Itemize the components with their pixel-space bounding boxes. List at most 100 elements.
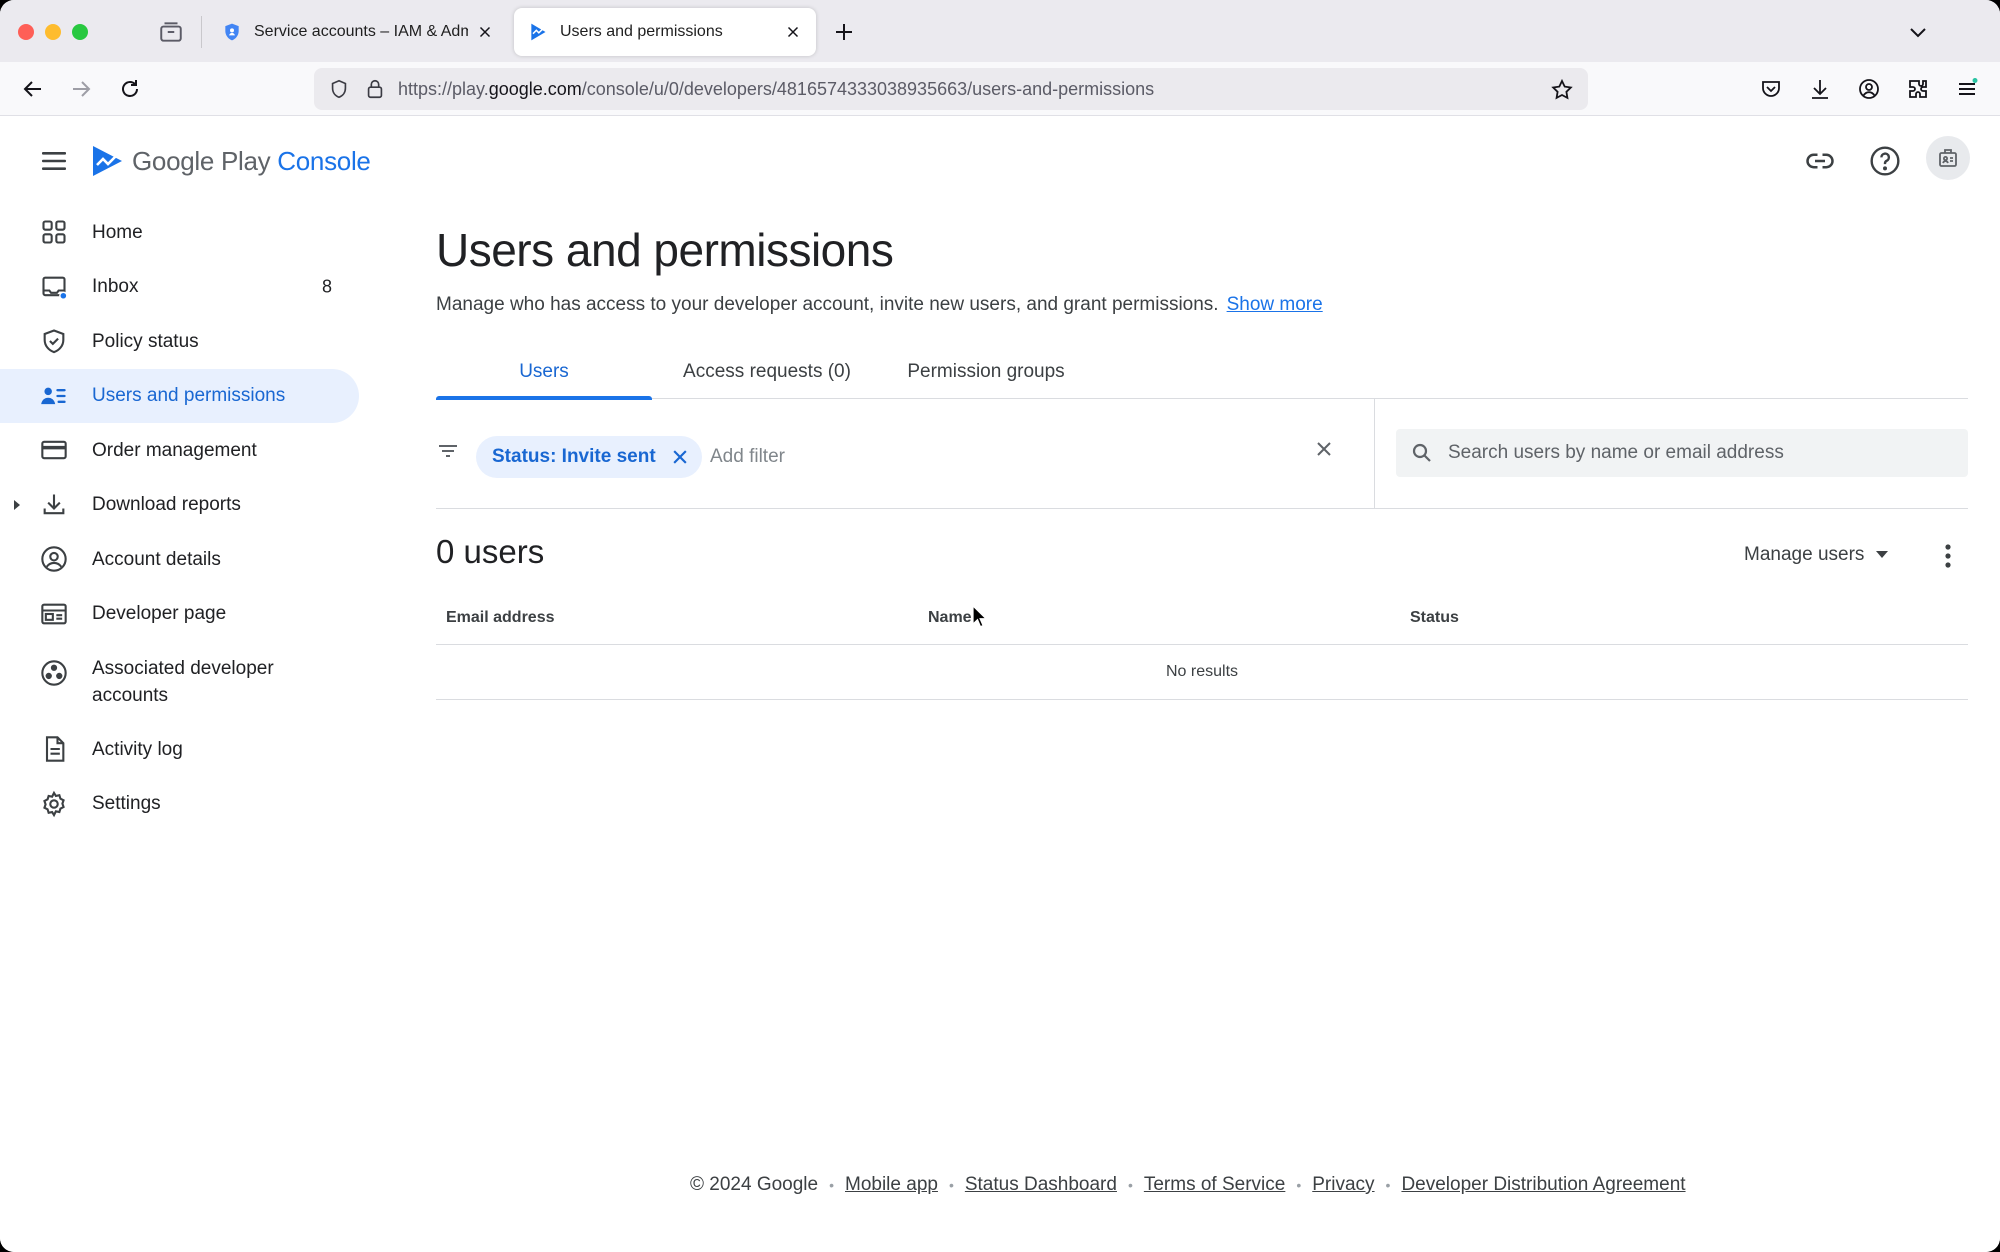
footer-link-distribution-agreement[interactable]: Developer Distribution Agreement (1401, 1174, 1685, 1196)
bookmark-star-icon[interactable] (1550, 78, 1574, 102)
shield-icon (225, 23, 239, 41)
reload-icon[interactable] (118, 77, 142, 101)
sidebar-item-label: Inbox (92, 276, 139, 298)
developer-account-icon (1939, 149, 1957, 167)
sidebar-item-download-reports[interactable]: Download reports (0, 478, 360, 533)
help-button[interactable] (1865, 141, 1905, 181)
url-domain: google.com (488, 79, 582, 99)
tracking-protection-shield-icon[interactable] (328, 78, 350, 100)
manage-users-label: Manage users (1744, 544, 1865, 565)
tab-access-requests[interactable]: Access requests (0) (652, 345, 882, 399)
copyright-text: © 2024 Google (690, 1174, 819, 1195)
tab-overview-icon[interactable] (158, 19, 184, 45)
extensions-icon[interactable] (1906, 77, 1930, 101)
download-icon (43, 494, 65, 514)
maximize-window-button[interactable] (72, 24, 88, 40)
gear-icon (43, 790, 65, 817)
sidebar-item-label: Users and permissions (92, 385, 286, 407)
filter-bar: Status: Invite sent Add filter (436, 399, 1968, 509)
play-console-app: Google Play Console Home Inbox 8 Policy … (0, 117, 2000, 1252)
clear-filters-icon[interactable] (1312, 437, 1336, 461)
play-console-logo-icon (93, 146, 122, 176)
logo-text: Google Play Console (132, 146, 371, 177)
sidebar-item-users-and-permissions[interactable]: Users and permissions (0, 368, 359, 423)
sidebar-item-inbox[interactable]: Inbox 8 (0, 260, 360, 315)
copy-link-button[interactable] (1800, 141, 1840, 181)
browser-window: Service accounts – IAM & Admin Users and… (0, 0, 2000, 1252)
sidebar-item-account-details[interactable]: Account details (0, 532, 360, 587)
logo-console: Console (277, 145, 371, 176)
browser-tab-service-accounts[interactable]: Service accounts – IAM & Admin (208, 8, 508, 56)
sidebar-item-settings[interactable]: Settings (0, 777, 360, 832)
sidebar-item-order-management[interactable]: Order management (0, 423, 360, 478)
address-bar[interactable]: https://play.google.com/console/u/0/deve… (314, 68, 1588, 110)
tab-permission-groups[interactable]: Permission groups (882, 345, 1090, 399)
no-results-text: No results (1165, 663, 1239, 680)
chevron-down-icon[interactable] (1906, 20, 1930, 44)
footer-link-status-dashboard[interactable]: Status Dashboard (965, 1174, 1117, 1196)
footer-link-privacy[interactable]: Privacy (1312, 1174, 1374, 1196)
column-header-name[interactable]: Name (928, 609, 972, 627)
search-input[interactable] (1448, 442, 1948, 464)
remove-filter-icon[interactable] (670, 447, 690, 467)
manage-users-dropdown[interactable]: Manage users (1744, 544, 1889, 566)
sidebar-item-activity-log[interactable]: Activity log (0, 722, 360, 777)
column-header-status[interactable]: Status (1410, 609, 1459, 627)
sidebar-item-policy-status[interactable]: Policy status (0, 314, 360, 369)
pocket-icon[interactable] (1759, 77, 1783, 101)
more-options-icon[interactable] (1936, 542, 1960, 570)
minimize-window-button[interactable] (45, 24, 61, 40)
play-console-icon (531, 23, 546, 41)
close-window-button[interactable] (18, 24, 34, 40)
page-footer: © 2024 Google • Mobile app • Status Dash… (690, 1174, 1720, 1196)
url-path: /console/u/0/developers/4816574333038935… (581, 79, 1155, 99)
browser-tab-users-and-permissions[interactable]: Users and permissions (514, 8, 816, 56)
status-filter-chip[interactable]: Status: Invite sent (476, 436, 702, 478)
page-description: Manage who has access to your developer … (436, 294, 1323, 316)
footer-separator: • (829, 1177, 834, 1193)
sidebar-item-label: Order management (92, 439, 257, 461)
hamburger-menu-icon[interactable] (40, 149, 68, 173)
linked-accounts-icon (41, 660, 67, 686)
downloads-icon[interactable] (1808, 77, 1832, 101)
link-icon (1806, 153, 1834, 169)
app-header: Google Play Console (0, 117, 2000, 205)
column-header-email[interactable]: Email address (446, 609, 555, 627)
forward-arrow-icon[interactable] (69, 77, 93, 101)
table-header: Email address Name Status (436, 593, 1968, 645)
filter-divider (1374, 399, 1375, 509)
credit-card-icon (41, 441, 67, 460)
footer-link-terms[interactable]: Terms of Service (1144, 1174, 1285, 1196)
sidebar-item-label: Settings (92, 793, 161, 815)
browser-toolbar: https://play.google.com/console/u/0/deve… (0, 62, 2000, 116)
add-filter-input[interactable]: Add filter (710, 446, 785, 468)
expand-arrow-icon[interactable] (12, 498, 22, 512)
sidebar-item-developer-page[interactable]: Developer page (0, 587, 360, 642)
footer-separator: • (1127, 1177, 1133, 1193)
sidebar-item-label: Developer page (92, 603, 227, 625)
google-play-console-logo[interactable]: Google Play Console (90, 141, 371, 181)
caret-down-icon (1876, 551, 1889, 558)
sidebar-item-associated-developer-accounts[interactable]: Associated developer accounts (0, 641, 360, 722)
app-menu-icon[interactable] (1955, 77, 1979, 101)
filter-chip-label: Status: Invite sent (492, 446, 656, 467)
lock-icon[interactable] (364, 78, 386, 100)
back-arrow-icon[interactable] (21, 77, 45, 101)
footer-link-mobile-app[interactable]: Mobile app (845, 1174, 938, 1196)
user-count: 0 users (436, 533, 545, 570)
close-tab-icon[interactable] (784, 23, 802, 41)
close-tab-icon[interactable] (476, 23, 494, 41)
account-avatar-button[interactable] (1926, 136, 1970, 180)
account-circle-icon (41, 546, 67, 572)
show-more-link[interactable]: Show more (1227, 294, 1323, 315)
empty-state-row: No results (436, 645, 1968, 700)
account-icon[interactable] (1857, 77, 1881, 101)
tab-users[interactable]: Users (436, 345, 652, 400)
sidebar-item-label: Activity log (92, 738, 183, 760)
filter-icon[interactable] (436, 439, 460, 463)
search-icon (1412, 443, 1431, 462)
new-tab-icon[interactable] (832, 20, 856, 44)
sidebar-item-home[interactable]: Home (0, 205, 360, 260)
search-box[interactable] (1396, 429, 1968, 477)
url-text: https://play.google.com/console/u/0/deve… (398, 79, 1154, 100)
